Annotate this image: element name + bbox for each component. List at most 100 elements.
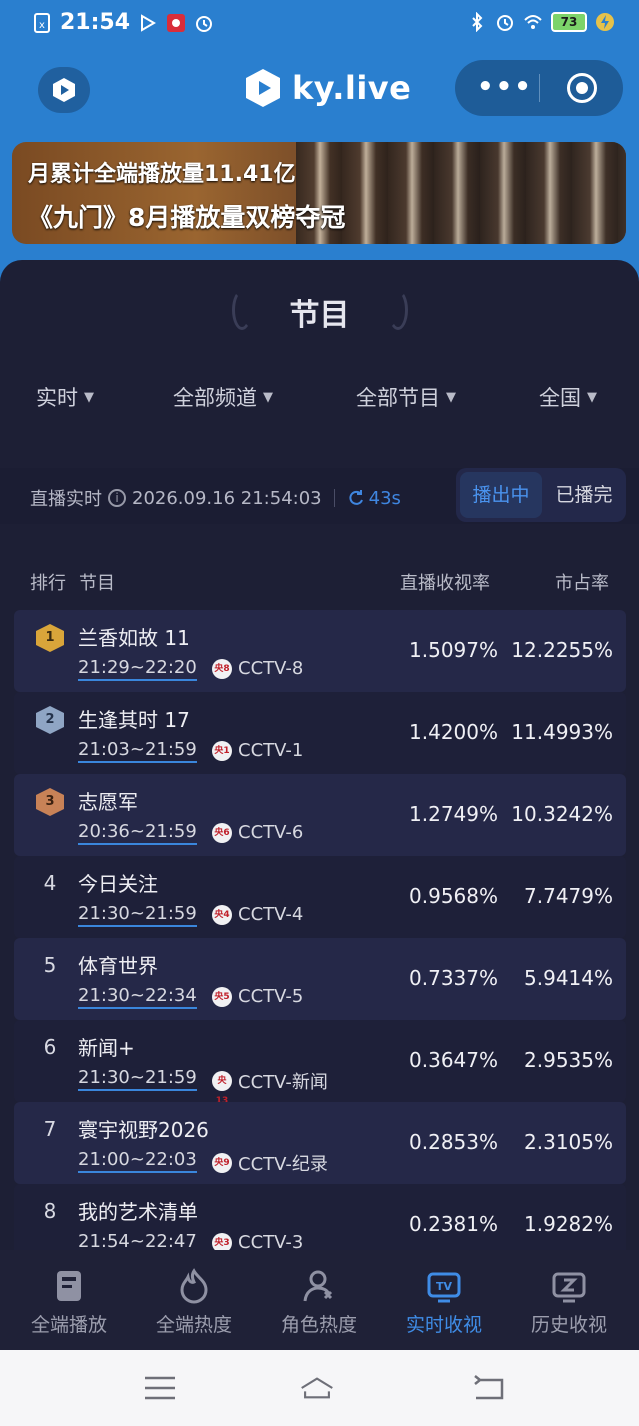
flame-icon <box>180 1268 208 1304</box>
sim-icon: x <box>34 12 50 33</box>
program-name: 新闻+ <box>78 1036 135 1060</box>
channel-name: CCTV-6 <box>238 822 304 843</box>
back-icon[interactable] <box>472 1374 506 1402</box>
more-icon[interactable]: ••• <box>477 74 533 100</box>
tab-on-air[interactable]: 播出中 <box>460 472 542 518</box>
rank-number: 8 <box>43 1199 57 1223</box>
table-row[interactable]: 4 今日关注 21:30~21:59 央4 CCTV-4 0.9568% 7.74… <box>14 856 626 938</box>
program-time[interactable]: 21:30~22:34 <box>78 986 197 1009</box>
person-icon <box>303 1270 333 1302</box>
caret-down-icon: ▼ <box>446 389 456 405</box>
close-target-icon[interactable] <box>567 73 597 103</box>
cctv-logo-icon: 央1 <box>212 740 232 761</box>
filter-region[interactable]: 全国 ▼ <box>539 382 597 412</box>
live-rating: 0.7337% <box>409 966 498 990</box>
table-row[interactable]: 5 体育世界 21:30~22:34 央5 CCTV-5 0.7337% 5.94… <box>14 938 626 1020</box>
channel: 央5 CCTV-5 <box>212 986 303 1007</box>
market-share: 7.7479% <box>524 884 613 908</box>
caret-down-icon: ▼ <box>263 389 273 405</box>
live-rating: 1.4200% <box>409 720 498 744</box>
channel-name: CCTV-3 <box>238 1232 304 1250</box>
program-time[interactable]: 21:29~22:20 <box>78 658 197 681</box>
market-share: 2.9535% <box>524 1048 613 1072</box>
program-time[interactable]: 21:54~22:47 <box>78 1232 197 1251</box>
battery-level: 73 <box>551 12 587 32</box>
rank-number: 6 <box>43 1035 57 1059</box>
table-row[interactable]: 7 寰宇视野2026 21:00~22:03 央9 CCTV-纪录 0.2853%… <box>14 1102 626 1184</box>
table-row[interactable]: 8 我的艺术清单 21:54~22:47 央3 CCTV-3 0.2381% 1.… <box>14 1184 626 1250</box>
cctv-logo-icon: 央3 <box>212 1232 232 1250</box>
home-button[interactable] <box>38 67 90 113</box>
refresh-icon <box>349 490 363 505</box>
broadcast-toggle: 播出中 已播完 <box>456 468 626 522</box>
ranking-table: 1 兰香如故 11 21:29~22:20 央8 CCTV-8 1.5097% 1… <box>0 610 639 1250</box>
cctv-logo-icon: 央4 <box>212 904 232 925</box>
channel: 央8 CCTV-8 <box>212 658 303 679</box>
table-row[interactable]: 3 志愿军 20:36~21:59 央6 CCTV-6 1.2749% 10.32… <box>14 774 626 856</box>
tab-label: 实时收视 <box>405 1314 482 1336</box>
table-row[interactable]: 6 新闻+ 21:30~21:59 央13 CCTV-新闻 0.3647% 2.9… <box>14 1020 626 1106</box>
market-share: 11.4993% <box>511 720 613 744</box>
table-row[interactable]: 2 生逢其时 17 21:03~21:59 央1 CCTV-1 1.4200% 1… <box>14 692 626 774</box>
brand: ky.live <box>244 68 411 108</box>
brand-name: ky.live <box>292 69 412 107</box>
status-time: 21:54 <box>60 10 131 35</box>
cctv-logo-icon: 央13 <box>212 1071 232 1106</box>
table-header: 排行 节目 直播收视率 市占率 <box>0 566 639 596</box>
header-rank: 排行 <box>30 573 66 594</box>
mini-program-capsule: ••• <box>455 60 623 116</box>
alarm-icon <box>497 15 513 31</box>
program-time[interactable]: 21:03~21:59 <box>78 740 197 763</box>
header-program: 节目 <box>79 573 115 594</box>
tab-label: 历史收视 <box>530 1314 607 1336</box>
table-row[interactable]: 1 兰香如故 11 21:29~22:20 央8 CCTV-8 1.5097% 1… <box>14 610 626 692</box>
program-time[interactable]: 20:36~21:59 <box>78 822 197 845</box>
tab-realtime-ratings[interactable]: TV 实时收视 <box>380 1250 508 1350</box>
tab-finished[interactable]: 已播完 <box>546 472 622 518</box>
tab-label: 角色热度 <box>280 1314 357 1336</box>
channel-name: CCTV-1 <box>238 740 304 761</box>
live-rating: 0.2853% <box>409 1130 498 1154</box>
bottom-tab-bar: 全端播放 全端热度 角色热度 TV 实时收视 历史收视 <box>0 1250 639 1350</box>
market-share: 10.3242% <box>511 802 613 826</box>
channel-name: CCTV-4 <box>238 904 304 925</box>
info-icon[interactable]: i <box>108 489 126 507</box>
filter-bar: 实时 ▼ 全部频道 ▼ 全部节目 ▼ 全国 ▼ <box>0 382 639 418</box>
program-name: 体育世界 <box>78 954 158 978</box>
tab-role-heat[interactable]: 角色热度 <box>255 1250 383 1350</box>
market-share: 2.3105% <box>524 1130 613 1154</box>
live-rating: 1.5097% <box>409 638 498 662</box>
rank-number: 4 <box>43 871 57 895</box>
tab-history-ratings[interactable]: 历史收视 <box>505 1250 633 1350</box>
market-share: 1.9282% <box>524 1212 613 1236</box>
status-bar: x 21:54 73 <box>0 0 639 52</box>
play-notification-icon <box>141 13 157 32</box>
tab-label: 全端播放 <box>30 1314 107 1336</box>
gold-medal-icon: 1 <box>36 624 64 652</box>
header-rating[interactable]: 直播收视率 <box>400 569 490 595</box>
refresh-countdown[interactable]: 43s <box>347 488 401 509</box>
live-status-row: 直播实时 i 2026.09.16 21:54:03 43s 播出中 已播完 <box>0 468 639 524</box>
channel: 央6 CCTV-6 <box>212 822 303 843</box>
program-time[interactable]: 21:30~21:59 <box>78 1068 197 1091</box>
channel-name: CCTV-8 <box>238 658 304 679</box>
market-share: 5.9414% <box>524 966 613 990</box>
program-time[interactable]: 21:00~22:03 <box>78 1150 197 1173</box>
cctv-logo-icon: 央9 <box>212 1153 232 1173</box>
header-share[interactable]: 市占率 <box>555 569 609 595</box>
bronze-medal-icon: 3 <box>36 788 64 816</box>
program-name: 志愿军 <box>78 790 138 814</box>
filter-program[interactable]: 全部节目 ▼ <box>356 382 456 412</box>
app-notification-icon <box>167 13 186 32</box>
promo-banner[interactable]: 月累计全端播放量11.41亿 《九门》8月播放量双榜夺冠 <box>12 142 626 244</box>
program-name: 我的艺术清单 <box>78 1200 198 1224</box>
tab-all-platform-heat[interactable]: 全端热度 <box>130 1250 258 1350</box>
menu-icon[interactable] <box>143 1374 177 1402</box>
filter-channel[interactable]: 全部频道 ▼ <box>173 382 273 412</box>
banner-line-2: 《九门》8月播放量双榜夺冠 <box>28 203 346 232</box>
cctv-logo-icon: 央8 <box>212 658 232 679</box>
home-icon[interactable] <box>300 1374 334 1402</box>
tab-all-platform-plays[interactable]: 全端播放 <box>5 1250 133 1350</box>
filter-time[interactable]: 实时 ▼ <box>36 382 94 412</box>
program-time[interactable]: 21:30~21:59 <box>78 904 197 927</box>
